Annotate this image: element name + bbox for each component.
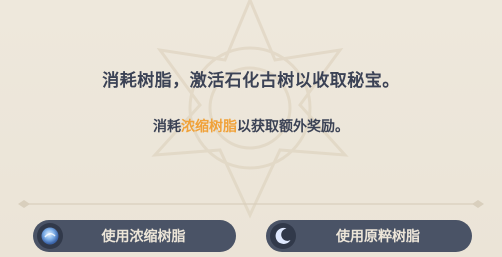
condensed-resin-icon [37, 223, 63, 249]
crescent-moon-icon [270, 223, 296, 249]
use-condensed-resin-label: 使用浓缩树脂 [101, 229, 186, 245]
dialog-submessage: 消耗浓缩树脂以获取额外奖励。 [0, 116, 502, 136]
dialog-message: 消耗树脂，激活石化古树以收取秘宝。 [102, 71, 400, 91]
star-emblem-watermark [151, 0, 349, 219]
use-condensed-resin-button[interactable]: 使用浓缩树脂 [33, 220, 236, 252]
resin-dialog: 消耗树脂，激活石化古树以收取秘宝。 消耗浓缩树脂以获取额外奖励。 使用浓缩树脂 [0, 0, 502, 257]
use-original-resin-label: 使用原粹树脂 [336, 229, 420, 245]
use-original-resin-button[interactable]: 使用原粹树脂 [266, 220, 472, 252]
submessage-suffix: 以获取额外奖励。 [237, 119, 349, 135]
ornament-divider [18, 200, 484, 208]
condensed-resin-highlight: 浓缩树脂 [181, 119, 237, 135]
submessage-prefix: 消耗 [153, 119, 181, 135]
